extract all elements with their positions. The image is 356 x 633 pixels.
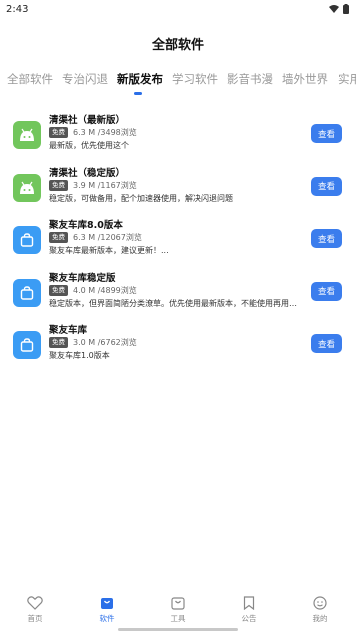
app-description: 最新版，优先使用这个 [49, 141, 129, 150]
active-tab-indicator [134, 92, 142, 95]
bag-icon [101, 598, 113, 609]
free-badge: 免费 [49, 179, 68, 191]
wifi-icon [329, 5, 339, 13]
app-meta: 免费 4.0 M /4899浏览 [49, 284, 137, 296]
page-header: 全部软件 [0, 18, 356, 68]
tab-utility[interactable]: 实用 [338, 71, 356, 87]
view-button[interactable]: 查看 [311, 334, 342, 353]
tab-learning-software[interactable]: 学习软件 [172, 71, 218, 87]
app-meta: 免费 6.3 M /3498浏览 [49, 127, 137, 138]
nav-tools-label: 工具 [170, 614, 186, 623]
free-badge: 免费 [49, 337, 68, 348]
app-stats: 4.0 M /4899浏览 [73, 285, 137, 295]
tab-new-release[interactable]: 新版发布 [117, 71, 163, 87]
page-title: 全部软件 [151, 37, 204, 53]
view-button[interactable]: 查看 [311, 281, 342, 301]
app-description: 聚友车库1.0版本 [49, 351, 110, 360]
category-tabs: 全部软件 专治闪退 新版发布 学习软件 影音书漫 墙外世界 实用 [0, 68, 356, 100]
app-description: 聚友车库最新版本，建议更新！... [49, 246, 169, 255]
app-title: 聚友车库稳定版 [49, 272, 116, 284]
bottom-nav: 首页 软件 工具 公告 我的 [0, 592, 356, 633]
view-button[interactable]: 查看 [311, 229, 342, 248]
nav-tools[interactable]: 工具 [148, 596, 208, 624]
nav-notice[interactable]: 公告 [219, 596, 279, 624]
nav-home[interactable]: 首页 [5, 596, 65, 624]
app-title: 清渠社（稳定版） [49, 167, 126, 179]
list-item[interactable]: 聚友车库 免费 3.0 M /6762浏览 聚友车库1.0版本 查看 [0, 322, 356, 375]
app-stats: 3.0 M /6762浏览 [73, 338, 137, 347]
battery-icon [343, 4, 349, 14]
app-stats: 6.3 M /3498浏览 [73, 128, 137, 137]
view-button[interactable]: 查看 [311, 176, 342, 196]
android-icon [13, 121, 41, 149]
smiley-icon [313, 596, 327, 610]
nav-mine-label: 我的 [312, 614, 328, 623]
nav-home-label: 首页 [27, 614, 43, 623]
status-icons [329, 4, 349, 14]
app-list: 清渠社（最新版） 免费 6.3 M /3498浏览 最新版，优先使用这个 查看 … [0, 100, 356, 375]
app-stats: 6.3 M /12067浏览 [73, 233, 142, 242]
list-item[interactable]: 聚友车库8.0版本 免费 6.3 M /12067浏览 聚友车库最新版本，建议更… [0, 217, 356, 270]
status-time: 2:43 [6, 3, 29, 15]
nav-software[interactable]: 软件 [77, 596, 137, 624]
free-badge: 免费 [49, 284, 68, 296]
bag-icon [13, 278, 41, 307]
tab-all-software[interactable]: 全部软件 [7, 71, 53, 87]
bag-icon [13, 331, 41, 359]
tab-fix-crash[interactable]: 专治闪退 [62, 71, 108, 87]
app-description: 稳定版本，但界面简陋分类潦草。优先使用最新版本，不能使用再用这... [49, 298, 304, 308]
nav-notice-label: 公告 [241, 614, 257, 623]
bag-icon [13, 226, 41, 254]
app-meta: 免费 3.0 M /6762浏览 [49, 337, 137, 348]
tab-media-books[interactable]: 影音书漫 [227, 71, 273, 87]
list-item[interactable]: 聚友车库稳定版 免费 4.0 M /4899浏览 稳定版本，但界面简陋分类潦草。… [0, 270, 356, 323]
tab-outside-world[interactable]: 墙外世界 [282, 71, 328, 87]
nav-software-label: 软件 [99, 614, 115, 623]
app-title: 聚友车库8.0版本 [49, 220, 123, 231]
app-title: 聚友车库 [49, 325, 88, 336]
app-meta: 免费 3.9 M /1167浏览 [49, 179, 137, 191]
app-stats: 3.9 M /1167浏览 [73, 180, 137, 190]
free-badge: 免费 [49, 127, 68, 138]
tool-bag-icon [171, 597, 185, 610]
list-item[interactable]: 清渠社（最新版） 免费 6.3 M /3498浏览 最新版，优先使用这个 查看 [0, 112, 356, 165]
app-title: 清渠社（最新版） [49, 115, 126, 126]
app-description: 稳定版，可做备用，配个加速器使用，解决闪退问题 [49, 193, 233, 203]
nav-mine[interactable]: 我的 [290, 596, 350, 624]
view-button[interactable]: 查看 [311, 124, 342, 143]
android-icon [13, 173, 41, 202]
free-badge: 免费 [49, 232, 68, 243]
app-meta: 免费 6.3 M /12067浏览 [49, 232, 142, 243]
status-bar: 2:43 [0, 0, 356, 18]
bookmark-icon [243, 596, 255, 610]
list-item[interactable]: 清渠社（稳定版） 免费 3.9 M /1167浏览 稳定版，可做备用，配个加速器… [0, 165, 356, 218]
heart-icon [27, 596, 43, 610]
home-indicator[interactable] [118, 628, 238, 631]
